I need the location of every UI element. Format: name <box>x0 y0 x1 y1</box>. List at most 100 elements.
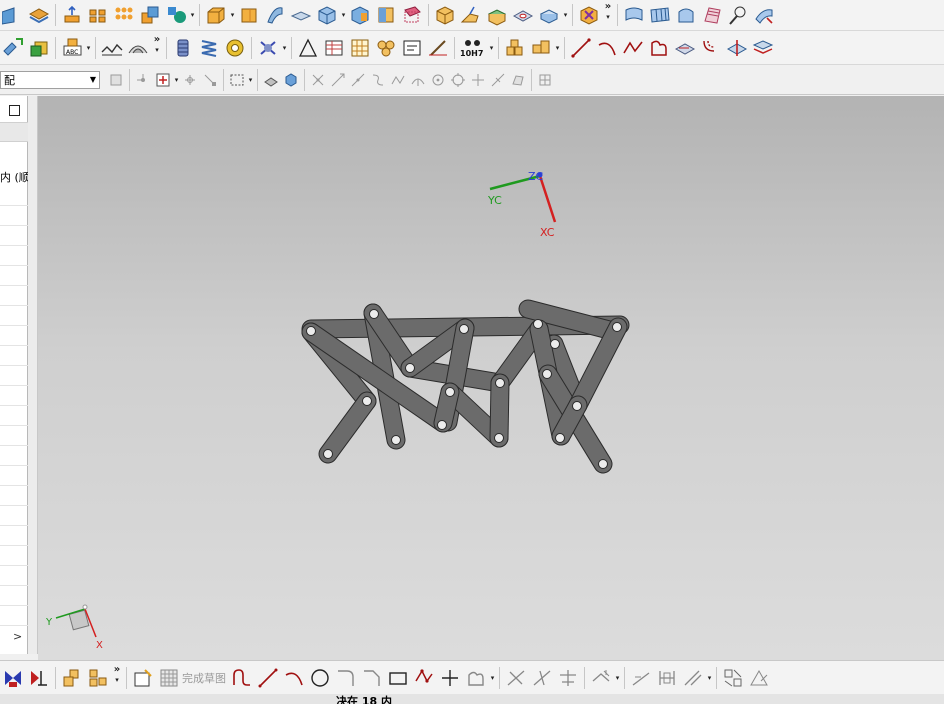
sketch-rectangle-icon[interactable] <box>385 665 411 691</box>
tolerance-fit-icon[interactable]: 10H7 <box>458 35 488 61</box>
line-tool-icon[interactable] <box>568 35 594 61</box>
finish-sketch-label[interactable]: 完成草图 <box>182 670 226 686</box>
tree-row[interactable] <box>0 466 28 486</box>
circles-icon[interactable] <box>373 35 399 61</box>
extension-surface-icon[interactable] <box>751 2 777 28</box>
snap-center-icon[interactable] <box>428 69 448 91</box>
law-curve-icon[interactable] <box>725 2 751 28</box>
sketch-fillet-icon[interactable] <box>333 665 359 691</box>
sketch-constraints-icon[interactable] <box>720 665 746 691</box>
sketch-circle-icon[interactable] <box>307 665 333 691</box>
sketch-studio-spline-icon[interactable] <box>463 665 489 691</box>
move-object-icon[interactable] <box>0 35 26 61</box>
tree-row[interactable] <box>0 206 28 226</box>
cylinder-icon[interactable] <box>236 2 262 28</box>
snap-line-icon[interactable] <box>328 69 348 91</box>
view-cube-icon[interactable] <box>281 69 301 91</box>
drawing-sheet-icon[interactable] <box>399 35 425 61</box>
tree-row[interactable] <box>0 246 28 266</box>
link-o[interactable] <box>490 374 509 447</box>
wave-link-icon[interactable] <box>26 35 52 61</box>
sketch-point-icon[interactable] <box>437 665 463 691</box>
boss-icon[interactable] <box>536 2 562 28</box>
sketch-chamfer-icon[interactable] <box>359 665 385 691</box>
snap-on-curve-icon[interactable] <box>488 69 508 91</box>
tree-row[interactable] <box>0 226 28 246</box>
restore-window-icon[interactable] <box>9 105 20 116</box>
arc-tool-icon[interactable] <box>594 35 620 61</box>
project-curve-icon[interactable] <box>672 35 698 61</box>
bottom-toolbar-overflow[interactable]: » ▾ <box>111 664 123 691</box>
sheet-metal-icon[interactable] <box>99 35 125 61</box>
sketch-polygon-icon[interactable] <box>411 665 437 691</box>
polyline-tool-icon[interactable] <box>620 35 646 61</box>
boolean-icon[interactable] <box>163 2 189 28</box>
chamfer-icon[interactable] <box>458 2 484 28</box>
profile-sketch-icon[interactable] <box>229 665 255 691</box>
snap-spline-icon[interactable] <box>388 69 408 91</box>
tree-row[interactable] <box>0 326 28 346</box>
offset-face-icon[interactable] <box>314 2 340 28</box>
bearing-icon[interactable] <box>222 35 248 61</box>
sketch-arc-icon[interactable] <box>281 665 307 691</box>
emboss-icon[interactable] <box>125 35 151 61</box>
sweep-icon[interactable] <box>262 2 288 28</box>
tree-row[interactable] <box>0 266 28 286</box>
unite-icon[interactable] <box>137 2 163 28</box>
intersect-curve-icon[interactable] <box>724 35 750 61</box>
quick-extend-icon[interactable] <box>529 665 555 691</box>
spring-coil-icon[interactable] <box>170 35 196 61</box>
assembly-constraint-icon[interactable] <box>59 665 85 691</box>
wcs-triad[interactable]: YC XC ZC <box>487 170 557 239</box>
profile-tool-icon[interactable] <box>646 35 672 61</box>
snap-midpoint-icon[interactable] <box>348 69 368 91</box>
sketch-line-icon[interactable] <box>255 665 281 691</box>
snap-grid-icon[interactable] <box>308 69 328 91</box>
show-hide-icon[interactable] <box>261 69 281 91</box>
block-icon[interactable] <box>203 2 229 28</box>
tree-row[interactable] <box>0 526 28 546</box>
snap-curve-icon[interactable] <box>368 69 388 91</box>
panel-splitter[interactable] <box>28 96 38 654</box>
tree-row[interactable] <box>0 286 28 306</box>
shell-icon[interactable] <box>347 2 373 28</box>
tree-row[interactable] <box>0 426 28 446</box>
draft-icon[interactable] <box>373 2 399 28</box>
pattern-icon[interactable] <box>85 2 111 28</box>
component-pattern-icon[interactable] <box>528 35 554 61</box>
type-filter-select[interactable]: 配 ▼ <box>0 70 100 89</box>
absolute-triad[interactable]: Y X <box>45 604 103 651</box>
offset-sketch-icon[interactable] <box>588 665 614 691</box>
edge-blend-icon[interactable] <box>432 2 458 28</box>
trim-body-icon[interactable] <box>399 2 425 28</box>
pattern-curve-icon[interactable] <box>654 665 680 691</box>
snap-existing-point-icon[interactable] <box>468 69 488 91</box>
make-corner-icon[interactable] <box>555 665 581 691</box>
table-note-icon[interactable] <box>321 35 347 61</box>
face-blend-icon[interactable] <box>484 2 510 28</box>
dimension-brush-icon[interactable] <box>425 35 451 61</box>
snap-tangent-icon[interactable] <box>408 69 428 91</box>
tree-row[interactable] <box>0 366 28 386</box>
mirror-curve-icon[interactable] <box>628 665 654 691</box>
hole-icon[interactable] <box>510 2 536 28</box>
link-m[interactable] <box>569 318 627 414</box>
triangle-icon[interactable] <box>295 35 321 61</box>
constraint-icon[interactable] <box>0 665 26 691</box>
extrude-icon[interactable] <box>59 2 85 28</box>
snap-intersect-icon[interactable] <box>180 69 200 91</box>
point-constructor-icon[interactable] <box>153 69 173 91</box>
grid-sheet-icon[interactable] <box>347 35 373 61</box>
layer-icon[interactable] <box>26 2 52 28</box>
tree-row[interactable] <box>0 386 28 406</box>
finish-sketch-icon[interactable] <box>156 665 182 691</box>
surface-icon[interactable] <box>0 2 26 28</box>
selection-scope-icon[interactable] <box>106 69 126 91</box>
tree-row[interactable] <box>0 566 28 586</box>
derived-line-icon[interactable] <box>680 665 706 691</box>
tree-row[interactable] <box>0 486 28 506</box>
tree-row[interactable] <box>0 586 28 606</box>
tree-row[interactable] <box>0 506 28 526</box>
snap-endpoint-icon[interactable] <box>200 69 220 91</box>
delete-body-icon[interactable] <box>576 2 602 28</box>
